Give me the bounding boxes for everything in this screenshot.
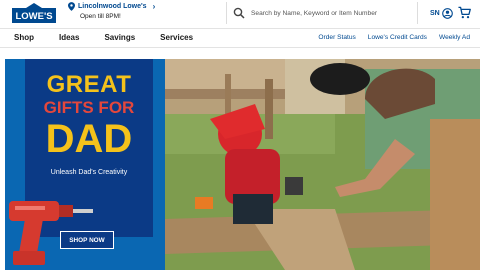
promo-panel[interactable]: GREAT GIFTS FOR DAD Unleash Dad's Creati… <box>5 59 165 270</box>
nav-ideas[interactable]: Ideas <box>59 33 79 42</box>
chevron-right-icon: › <box>152 2 156 11</box>
account-initials[interactable]: SN <box>430 10 440 17</box>
credit-cards-link[interactable]: Lowe's Credit Cards <box>368 34 427 41</box>
search-input[interactable] <box>251 9 411 17</box>
weekly-ad-link[interactable]: Weekly Ad <box>439 34 470 41</box>
promo-headline-dad: DAD <box>45 117 133 161</box>
order-status-link[interactable]: Order Status <box>318 34 355 41</box>
hero-banner: GREAT GIFTS FOR DAD Unleash Dad's Creati… <box>0 59 480 270</box>
nav-services[interactable]: Services <box>160 33 193 42</box>
promo-subtitle: Unleash Dad's Creativity <box>50 169 128 176</box>
cart-icon[interactable] <box>458 6 471 19</box>
search-icon[interactable] <box>233 7 245 19</box>
nav-savings[interactable]: Savings <box>104 33 135 42</box>
store-hours: Open till 8PM! <box>80 13 121 20</box>
promo-headline-great: GREAT <box>46 71 132 98</box>
drill-icon <box>9 201 93 265</box>
lowes-logo[interactable]: LOWE'S <box>12 3 56 23</box>
promo-headline-gifts: GIFTS FOR <box>43 98 135 117</box>
nav-shop[interactable]: Shop <box>14 33 34 42</box>
hero-photo[interactable] <box>165 59 480 270</box>
shop-now-button[interactable]: SHOP NOW <box>60 231 114 249</box>
logo-text: LOWE'S <box>15 11 52 22</box>
site-header: LOWE'S Lincolnwood Lowe's › Open till 8P… <box>0 0 480 28</box>
search-bar[interactable] <box>226 2 418 24</box>
account-menu[interactable]: SN <box>430 8 453 19</box>
location-pin-icon <box>68 2 75 11</box>
main-nav: Shop Ideas Savings Services Order Status… <box>0 28 480 48</box>
account-icon[interactable] <box>441 8 453 19</box>
store-selector[interactable]: Lincolnwood Lowe's › Open till 8PM! <box>68 2 155 20</box>
store-name[interactable]: Lincolnwood Lowe's <box>78 3 147 10</box>
